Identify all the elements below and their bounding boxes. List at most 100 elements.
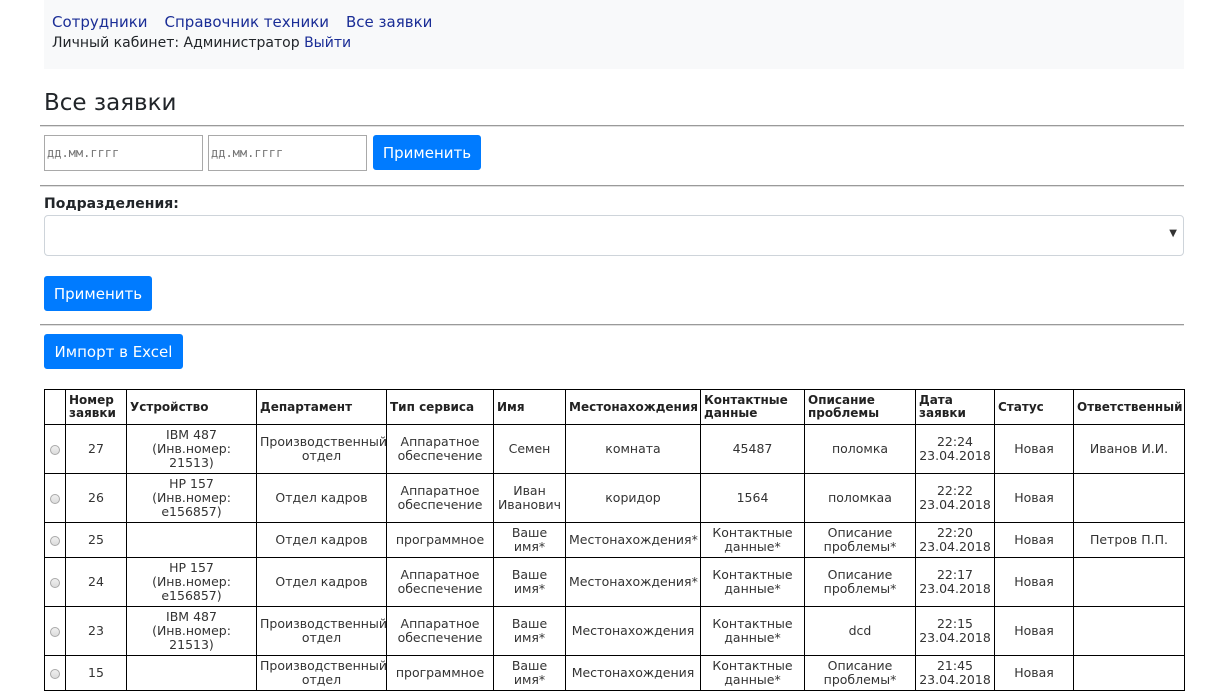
cell-department: Отдел кадров	[256, 557, 387, 607]
cell-service: Аппаратное обеспечение	[386, 424, 494, 474]
cell-problem: Описание проблемы*	[804, 557, 916, 607]
cell-device	[126, 655, 257, 691]
cell-service: программное	[386, 522, 494, 558]
cell-device: HP 157 (Инв.номер: e156857)	[126, 473, 257, 523]
col-device: Устройство	[126, 389, 257, 425]
cell-date: 22:20 23.04.2018	[915, 522, 995, 558]
nav-link-equipment-catalog[interactable]: Справочник техники	[165, 12, 329, 32]
cell-date: 21:45 23.04.2018	[915, 655, 995, 691]
cell-problem: поломкаа	[804, 473, 916, 523]
cell-status: Новая	[994, 557, 1074, 607]
cell-device: HP 157 (Инв.номер: e156857)	[126, 557, 257, 607]
row-select-cell[interactable]	[44, 655, 66, 691]
cell-date: 22:24 23.04.2018	[915, 424, 995, 474]
table-row[interactable]: 27 IBM 487 (Инв.номер: 21513) Производст…	[44, 424, 1185, 474]
cell-service: Аппаратное обеспечение	[386, 473, 494, 523]
col-date: Дата заявки	[915, 389, 995, 425]
table-row[interactable]: 26 HP 157 (Инв.номер: e156857) Отдел кад…	[44, 473, 1185, 523]
row-radio[interactable]	[50, 535, 60, 546]
cell-status: Новая	[994, 522, 1074, 558]
table-header-row: Номер заявки Устройство Департамент Тип …	[44, 389, 1185, 425]
row-radio[interactable]	[50, 626, 60, 637]
cell-responsible	[1073, 655, 1185, 691]
cell-contacts: Контактные данные*	[700, 606, 805, 656]
cell-date: 22:17 23.04.2018	[915, 557, 995, 607]
col-location: Местонахождения	[565, 389, 701, 425]
cell-number: 27	[65, 424, 127, 474]
row-select-cell[interactable]	[44, 606, 66, 656]
col-name: Имя	[493, 389, 566, 425]
cell-number: 25	[65, 522, 127, 558]
cell-contacts: 45487	[700, 424, 805, 474]
top-navbar: Сотрудники Справочник техники Все заявки…	[44, 0, 1184, 69]
row-select-cell[interactable]	[44, 473, 66, 523]
col-department: Департамент	[256, 389, 387, 425]
table-row[interactable]: 25 Отдел кадров программное Ваше имя* Ме…	[44, 522, 1185, 558]
cell-problem: Описание проблемы*	[804, 655, 916, 691]
col-contacts: Контактные данные	[700, 389, 805, 425]
cell-location: коридор	[565, 473, 701, 523]
apply-dates-button[interactable]: Применить	[373, 135, 481, 170]
table-row[interactable]: 24 HP 157 (Инв.номер: e156857) Отдел кад…	[44, 557, 1185, 607]
department-select[interactable]: ▼	[44, 215, 1184, 256]
date-to-input[interactable]	[208, 135, 367, 171]
cell-location: Местонахождения	[565, 606, 701, 656]
cell-department: Производственный отдел	[256, 424, 387, 474]
department-label: Подразделения:	[44, 196, 179, 212]
row-radio[interactable]	[50, 493, 60, 504]
row-select-cell[interactable]	[44, 557, 66, 607]
page-title: Все заявки	[44, 90, 177, 116]
cell-number: 24	[65, 557, 127, 607]
cell-location: комната	[565, 424, 701, 474]
nav-link-all-requests[interactable]: Все заявки	[346, 12, 432, 32]
row-radio[interactable]	[50, 577, 60, 588]
cell-number: 23	[65, 606, 127, 656]
cell-contacts: Контактные данные*	[700, 522, 805, 558]
row-radio[interactable]	[50, 444, 60, 455]
cell-service: Аппаратное обеспечение	[386, 557, 494, 607]
cell-date: 22:15 23.04.2018	[915, 606, 995, 656]
cell-responsible	[1073, 557, 1185, 607]
row-radio[interactable]	[50, 668, 60, 679]
cell-responsible: Иванов И.И.	[1073, 424, 1185, 474]
cell-contacts: Контактные данные*	[700, 557, 805, 607]
cell-department: Отдел кадров	[256, 522, 387, 558]
col-problem: Описание проблемы	[804, 389, 916, 425]
cell-department: Производственный отдел	[256, 655, 387, 691]
cell-device: IBM 487 (Инв.номер: 21513)	[126, 424, 257, 474]
date-from-input[interactable]	[44, 135, 203, 171]
cell-status: Новая	[994, 606, 1074, 656]
cell-name: Иван Иванович	[493, 473, 566, 523]
divider	[40, 324, 1184, 326]
apply-department-button[interactable]: Применить	[44, 276, 152, 311]
requests-table: Номер заявки Устройство Департамент Тип …	[44, 389, 1185, 691]
cell-status: Новая	[994, 655, 1074, 691]
cell-problem: Описание проблемы*	[804, 522, 916, 558]
cell-location: Местонахождения*	[565, 522, 701, 558]
import-excel-button[interactable]: Импорт в Excel	[44, 334, 183, 369]
col-responsible: Ответственный	[1073, 389, 1185, 425]
user-line: Личный кабинет: Администратор Выйти	[52, 33, 1176, 53]
cell-name: Ваше имя*	[493, 522, 566, 558]
cell-responsible: Петров П.П.	[1073, 522, 1185, 558]
cell-contacts: 1564	[700, 473, 805, 523]
col-status: Статус	[994, 389, 1074, 425]
table-row[interactable]: 23 IBM 487 (Инв.номер: 21513) Производст…	[44, 606, 1185, 656]
row-select-cell[interactable]	[44, 522, 66, 558]
row-select-cell[interactable]	[44, 424, 66, 474]
divider	[40, 125, 1184, 127]
cell-device: IBM 487 (Инв.номер: 21513)	[126, 606, 257, 656]
cell-name: Семен	[493, 424, 566, 474]
logout-link[interactable]: Выйти	[304, 35, 351, 51]
cabinet-label: Личный кабинет: Администратор	[52, 35, 300, 51]
cell-responsible	[1073, 606, 1185, 656]
cell-date: 22:22 23.04.2018	[915, 473, 995, 523]
cell-name: Ваше имя*	[493, 557, 566, 607]
cell-problem: поломка	[804, 424, 916, 474]
cell-location: Местонахождения	[565, 655, 701, 691]
nav-link-employees[interactable]: Сотрудники	[52, 12, 148, 32]
cell-service: Аппаратное обеспечение	[386, 606, 494, 656]
cell-status: Новая	[994, 424, 1074, 474]
table-row[interactable]: 15 Производственный отдел программное Ва…	[44, 655, 1185, 691]
page: Сотрудники Справочник техники Все заявки…	[40, 0, 1185, 691]
